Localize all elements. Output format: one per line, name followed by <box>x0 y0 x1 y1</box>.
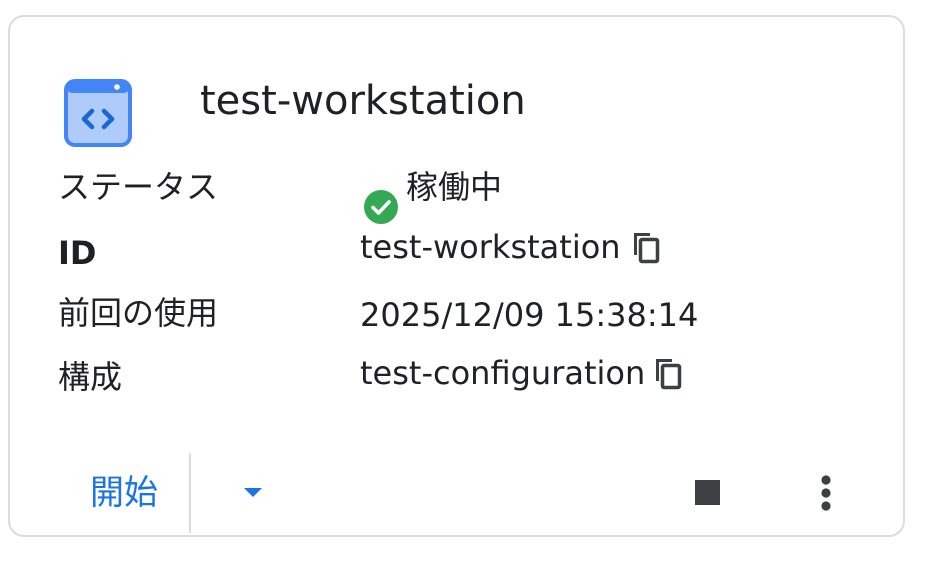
workstation-card: test-workstation ステータス 稼働中 ID test-works… <box>8 15 905 537</box>
start-button[interactable]: 開始 <box>74 463 174 523</box>
caret-down-icon[interactable] <box>228 465 278 519</box>
stop-icon[interactable] <box>682 467 732 517</box>
more-vert-icon[interactable] <box>804 467 848 523</box>
status-label: ステータス <box>58 168 219 206</box>
check-circle-icon <box>364 190 398 224</box>
workstation-title: test-workstation <box>200 78 526 124</box>
last-used-value: 2025/12/09 15:38:14 <box>360 296 699 334</box>
workstation-code-icon <box>64 79 132 147</box>
copy-id-icon[interactable] <box>628 229 664 265</box>
id-label: ID <box>58 234 97 272</box>
action-divider <box>189 453 191 533</box>
status-value: 稼働中 <box>406 168 503 206</box>
config-value: test-configuration <box>360 354 646 392</box>
config-label: 構成 <box>58 358 123 396</box>
copy-config-icon[interactable] <box>650 355 686 391</box>
last-used-label: 前回の使用 <box>58 294 219 332</box>
id-value: test-workstation <box>360 228 621 266</box>
